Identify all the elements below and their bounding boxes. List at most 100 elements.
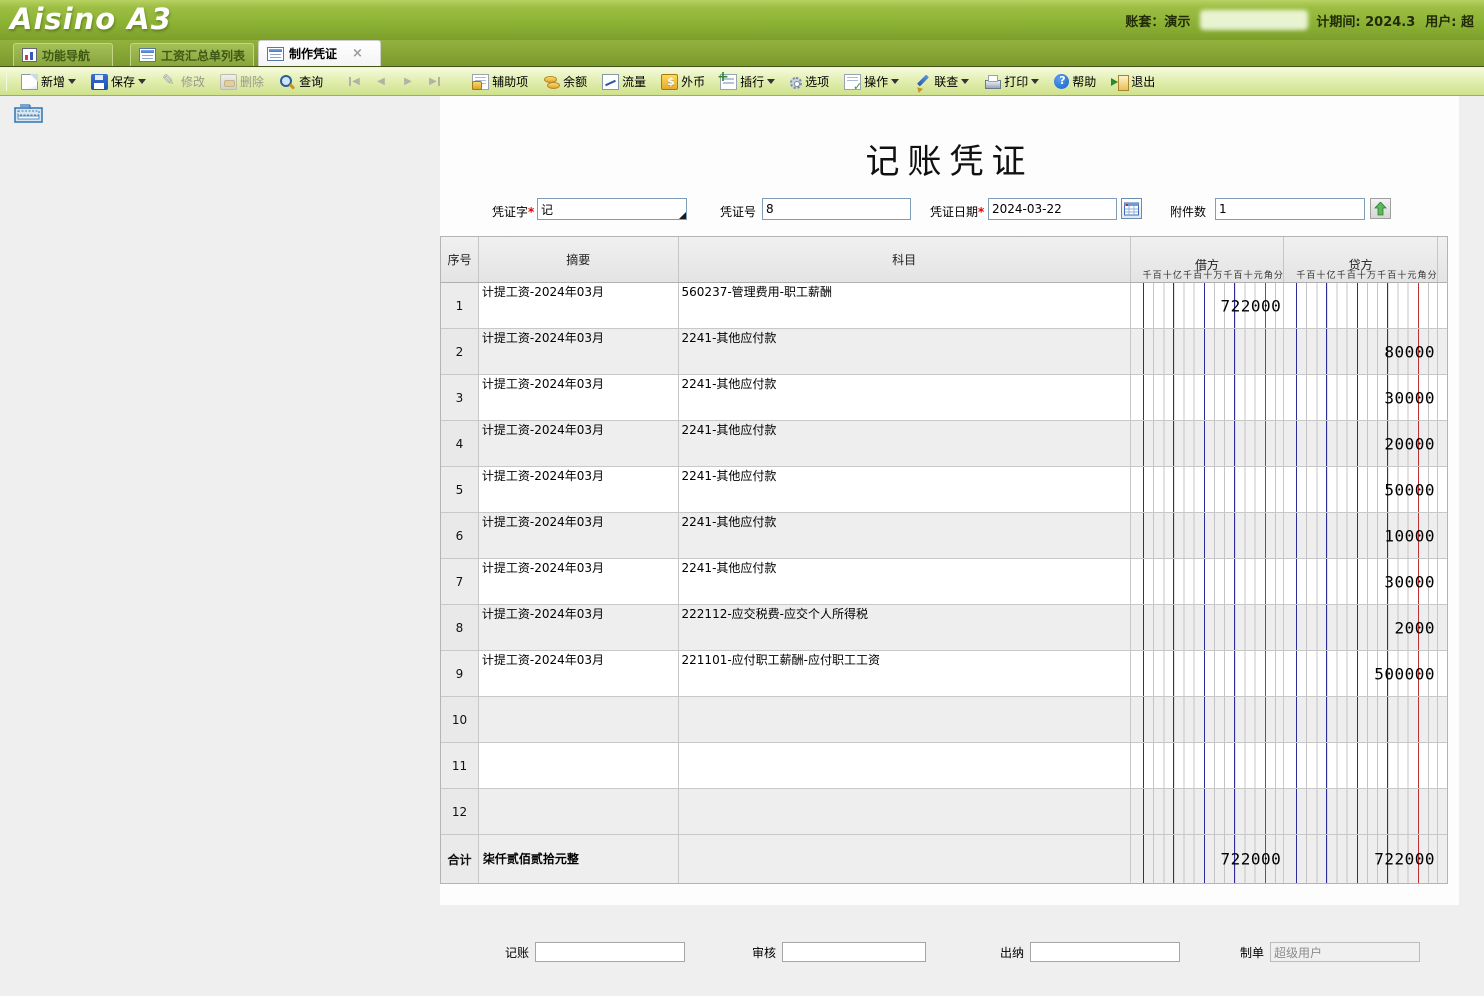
row-account[interactable]: 560237-管理费用-职工薪酬 [679,283,1131,328]
toolbar-button-cash-flow[interactable]: 流量 [599,71,649,92]
row-account[interactable]: 2241-其他应付款 [679,513,1131,558]
row-debit-cell[interactable] [1131,651,1285,696]
balance-icon [543,74,560,90]
toolbar-button-operate[interactable]: 操作 [841,71,902,92]
total-label: 合计 [441,835,479,883]
row-debit-cell[interactable] [1131,559,1285,604]
dropdown-caret-icon[interactable] [961,79,969,88]
keyboard-icon[interactable] [14,103,44,129]
row-debit-cell[interactable] [1131,605,1285,650]
voucher-date-input[interactable] [988,198,1117,220]
row-summary[interactable]: 计提工资-2024年03月 [479,421,679,466]
toolbar-button-nav-last [426,72,444,92]
row-summary[interactable] [479,743,679,788]
row-credit-cell[interactable]: 80000 [1284,329,1438,374]
calendar-button[interactable] [1121,198,1142,219]
row-credit-cell[interactable]: 20000 [1284,421,1438,466]
voucher-word-input[interactable] [537,198,687,220]
toolbar-button-save[interactable]: 保存 [88,71,149,92]
attachments-input[interactable] [1215,198,1365,220]
row-debit-amount: 722000 [1221,296,1282,315]
row-account[interactable]: 2241-其他应付款 [679,375,1131,420]
row-seq: 4 [441,421,479,466]
accounting-period-label: 计期间: 2024.3 [1316,11,1415,30]
row-credit-cell[interactable] [1284,743,1438,788]
row-credit-cell[interactable] [1284,283,1438,328]
window-list-icon [267,47,284,61]
row-summary[interactable]: 计提工资-2024年03月 [479,605,679,650]
voucher-table: 序号 摘要 科目 借方 千百十亿千百十万千百十元角分 贷方 千百十亿千百十万千百… [440,236,1448,884]
voucher-no-input[interactable] [762,198,911,220]
row-summary[interactable] [479,789,679,834]
attachments-label: 附件数 [1170,203,1206,220]
row-filler [1438,513,1447,558]
toolbar-button-print[interactable]: 打印 [981,71,1042,92]
cashier-input[interactable] [1030,942,1180,962]
dropdown-caret-icon[interactable] [68,79,76,88]
row-debit-cell[interactable] [1131,697,1285,742]
toolbar-button-label: 查询 [299,73,323,90]
row-account[interactable]: 221101-应付职工薪酬-应付职工工资 [679,651,1131,696]
dropdown-caret-icon[interactable] [1031,79,1039,88]
total-credit-amount: 722000 [1374,850,1435,869]
toolbar-button-insert-row[interactable]: 插行 [717,71,778,92]
tab-function-nav[interactable]: 功能导航 [13,43,113,66]
tab-salary-summary-list[interactable]: 工资汇总单列表 [130,43,254,66]
tab-make-voucher[interactable]: 制作凭证 × [258,40,381,66]
row-summary[interactable]: 计提工资-2024年03月 [479,329,679,374]
row-account[interactable]: 2241-其他应付款 [679,559,1131,604]
row-credit-cell[interactable]: 30000 [1284,375,1438,420]
toolbar-button-foreign-currency[interactable]: 外币 [658,71,708,92]
row-debit-cell[interactable] [1131,329,1285,374]
row-summary[interactable]: 计提工资-2024年03月 [479,283,679,328]
toolbar-button-exit[interactable]: 退出 [1108,71,1158,92]
row-summary[interactable]: 计提工资-2024年03月 [479,559,679,604]
row-credit-cell[interactable]: 50000 [1284,467,1438,512]
toolbar-button-label: 余额 [563,73,587,90]
row-debit-cell[interactable] [1131,421,1285,466]
row-account[interactable] [679,697,1131,742]
close-icon[interactable]: × [352,49,363,59]
row-summary[interactable]: 计提工资-2024年03月 [479,513,679,558]
row-debit-cell[interactable] [1131,375,1285,420]
preparer-group: 制单 [1240,942,1420,962]
row-filler [1438,605,1447,650]
audit-input[interactable] [782,942,926,962]
row-debit-cell[interactable] [1131,513,1285,558]
row-account[interactable]: 2241-其他应付款 [679,329,1131,374]
row-account[interactable]: 2241-其他应付款 [679,421,1131,466]
toolbar-button-linked-query[interactable]: 联查 [911,71,972,92]
row-credit-cell[interactable] [1284,789,1438,834]
row-debit-cell[interactable] [1131,789,1285,834]
row-account[interactable] [679,743,1131,788]
bookkeeping-label: 记账 [505,944,529,961]
row-summary[interactable]: 计提工资-2024年03月 [479,467,679,512]
row-account[interactable]: 2241-其他应付款 [679,467,1131,512]
attachment-upload-button[interactable] [1370,198,1391,219]
row-credit-cell[interactable]: 30000 [1284,559,1438,604]
toolbar-button-query[interactable]: 查询 [276,71,326,92]
row-debit-cell[interactable] [1131,743,1285,788]
row-summary[interactable] [479,697,679,742]
dropdown-caret-icon[interactable] [767,79,775,88]
row-credit-cell[interactable]: 2000 [1284,605,1438,650]
preparer-label: 制单 [1240,944,1264,961]
row-account[interactable]: 222112-应交税费-应交个人所得税 [679,605,1131,650]
row-credit-cell[interactable] [1284,697,1438,742]
row-summary[interactable]: 计提工资-2024年03月 [479,651,679,696]
row-credit-cell[interactable]: 10000 [1284,513,1438,558]
toolbar-button-options[interactable]: 选项 [787,71,832,92]
row-debit-cell[interactable]: 722000 [1131,283,1285,328]
dropdown-caret-icon[interactable] [891,79,899,88]
toolbar-button-balance[interactable]: 余额 [540,71,590,92]
row-credit-cell[interactable]: 500000 [1284,651,1438,696]
toolbar-button-new[interactable]: 新增 [18,71,79,92]
header-debit: 借方 千百十亿千百十万千百十元角分 [1131,237,1285,282]
row-summary[interactable]: 计提工资-2024年03月 [479,375,679,420]
bookkeeping-input[interactable] [535,942,685,962]
dropdown-caret-icon[interactable] [138,79,146,88]
toolbar-button-help[interactable]: 帮助 [1051,71,1099,92]
toolbar-button-aux-items[interactable]: 辅助项 [469,71,531,92]
row-debit-cell[interactable] [1131,467,1285,512]
row-account[interactable] [679,789,1131,834]
